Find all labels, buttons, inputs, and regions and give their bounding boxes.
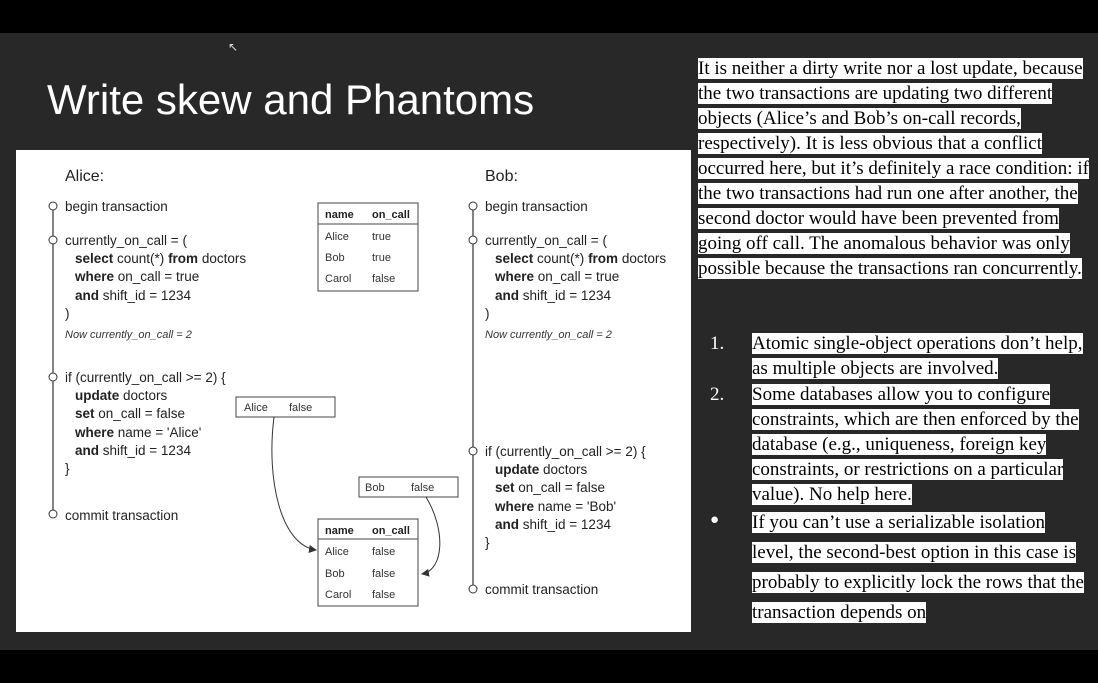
write-skew-diagram: Alice: begin transaction currently_on_ca… xyxy=(48,168,666,607)
alice-commit-node xyxy=(48,509,58,519)
bob-note: Now currently_on_call = 2 xyxy=(485,329,612,341)
bob-query-and: and shift_id = 1234 xyxy=(495,288,611,303)
svg-text:Alice: Alice xyxy=(244,402,268,414)
svg-text:false: false xyxy=(289,402,312,414)
notes-paragraph: It is neither a dirty write nor a lost u… xyxy=(698,58,1089,279)
diagram-panel: Alice: begin transaction currently_on_ca… xyxy=(16,150,691,632)
bob-update: update doctors xyxy=(495,462,588,477)
table-cell: false xyxy=(372,546,395,558)
notes-panel: It is neither a dirty write nor a lost u… xyxy=(698,56,1092,623)
alice-query-node xyxy=(48,235,58,245)
bob-query-node xyxy=(468,235,478,245)
alice-begin: begin transaction xyxy=(65,199,168,214)
bullet-icon: ● xyxy=(710,512,720,528)
bob-label: Bob: xyxy=(485,168,518,185)
svg-text:false: false xyxy=(411,482,434,494)
bob-where: where name = 'Bob' xyxy=(494,499,616,514)
bob-set: set on_call = false xyxy=(495,480,605,495)
table-after: name on_call Alice false Bob false Carol… xyxy=(317,518,419,607)
list-item-text: Atomic single-object operations don’t he… xyxy=(752,333,1083,379)
bob-query-open: currently_on_call = ( xyxy=(485,233,607,248)
alice-query-open: currently_on_call = ( xyxy=(65,233,187,248)
table-before: name on_call Alice true Bob true Carol f… xyxy=(317,202,419,292)
bob-commit: commit transaction xyxy=(485,582,598,597)
bob-write-arrow xyxy=(421,496,441,577)
alice-and: and shift_id = 1234 xyxy=(75,443,191,458)
table-header: name xyxy=(325,525,354,537)
table-cell: Carol xyxy=(325,589,351,601)
slide-title: Write skew and Phantoms xyxy=(47,76,535,123)
bob-query-select: select count(*) from doctors xyxy=(495,251,666,266)
bob-commit-node xyxy=(468,584,478,594)
alice-update: update doctors xyxy=(75,388,168,403)
list-item-text: If you can’t use a serializable isolatio… xyxy=(752,512,1084,623)
alice-note: Now currently_on_call = 2 xyxy=(65,329,192,341)
alice-query-and: and shift_id = 1234 xyxy=(75,288,191,303)
alice-query-where: where on_call = true xyxy=(74,269,199,284)
alice-label: Alice: xyxy=(65,168,104,185)
alice-if-close: } xyxy=(65,461,70,476)
alice-if-node xyxy=(48,372,58,382)
bob-query-close: ) xyxy=(485,306,490,321)
list-marker: 2. xyxy=(710,384,725,405)
table-cell: true xyxy=(372,231,391,243)
table-cell: false xyxy=(372,589,395,601)
bob-if: if (currently_on_call >= 2) { xyxy=(485,444,646,459)
bob-begin: begin transaction xyxy=(485,199,588,214)
table-cell: false xyxy=(372,273,395,285)
table-header: on_call xyxy=(372,209,410,221)
list-item-text: Some databases allow you to configure co… xyxy=(752,384,1079,505)
alice-commit: commit transaction xyxy=(65,508,178,523)
alice-begin-node xyxy=(48,201,58,211)
table-cell: Carol xyxy=(325,273,351,285)
table-cell: true xyxy=(372,252,391,264)
alice-where: where name = 'Alice' xyxy=(74,425,201,440)
alice-query-select: select count(*) from doctors xyxy=(75,251,246,266)
table-cell: Alice xyxy=(325,546,349,558)
table-cell: Bob xyxy=(325,252,345,264)
bob-query-where: where on_call = true xyxy=(494,269,619,284)
bob-begin-node xyxy=(468,201,478,211)
list-marker: 1. xyxy=(710,333,725,354)
svg-text:Bob: Bob xyxy=(365,482,385,494)
table-header: name xyxy=(325,209,354,221)
table-cell: Alice xyxy=(325,231,349,243)
alice-set: set on_call = false xyxy=(75,406,185,421)
alice-write-arrow xyxy=(271,416,317,553)
table-cell: false xyxy=(372,568,395,580)
bob-write-box: Bob false xyxy=(358,476,459,498)
table-header: on_call xyxy=(372,525,410,537)
alice-if: if (currently_on_call >= 2) { xyxy=(65,370,226,385)
alice-query-close: ) xyxy=(65,306,70,321)
bob-if-node xyxy=(468,446,478,456)
bob-if-close: } xyxy=(485,535,490,550)
table-cell: Bob xyxy=(325,568,345,580)
mouse-cursor-icon: ↖ xyxy=(228,40,239,54)
bob-and: and shift_id = 1234 xyxy=(495,517,611,532)
alice-write-box: Alice false xyxy=(235,396,336,418)
